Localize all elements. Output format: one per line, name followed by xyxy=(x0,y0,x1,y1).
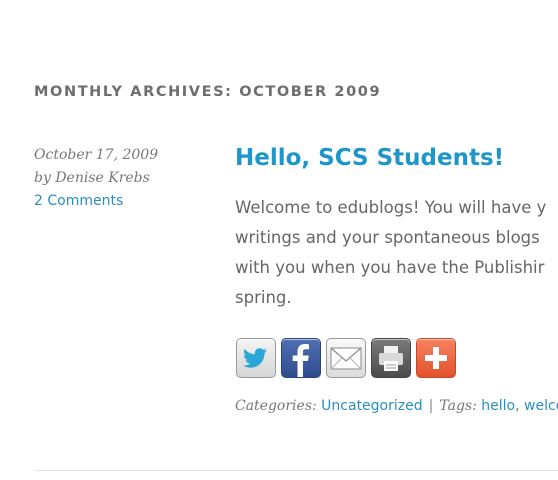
plus-icon xyxy=(425,347,447,369)
facebook-icon xyxy=(292,344,309,377)
post-body-line: spring. xyxy=(235,288,292,307)
more-share-button[interactable] xyxy=(416,338,456,378)
comments-link[interactable]: 2 Comments xyxy=(34,190,224,213)
print-share-button[interactable] xyxy=(371,338,411,378)
email-share-button[interactable] xyxy=(326,338,366,378)
post-meta: October 17, 2009 by Denise Krebs 2 Comme… xyxy=(34,144,224,213)
post-byline: by Denise Krebs xyxy=(34,170,150,186)
post-body-line: writings and your spontaneous blogs xyxy=(235,228,540,247)
category-link[interactable]: Uncategorized xyxy=(321,398,422,414)
print-icon xyxy=(379,346,403,371)
post-entry: Hello, SCS Students! Welcome to edublogs… xyxy=(235,143,558,313)
post-body-line: Welcome to edublogs! You will have y xyxy=(235,198,547,217)
twitter-share-button[interactable] xyxy=(236,338,276,378)
divider xyxy=(34,470,558,471)
tag-link[interactable]: welcor xyxy=(524,398,558,414)
post-body-line: with you when you have the Publishir xyxy=(235,258,545,277)
tags-label: Tags: xyxy=(439,398,477,414)
post-body: Welcome to edublogs! You will have y wri… xyxy=(235,193,558,313)
tag-link[interactable]: hello xyxy=(481,398,515,414)
post-footer-meta: Categories: Uncategorized | Tags: hello, w… xyxy=(235,398,558,414)
meta-separator: | xyxy=(428,398,434,414)
post-title-link[interactable]: Hello, SCS Students! xyxy=(235,143,558,173)
twitter-icon xyxy=(243,348,267,368)
facebook-share-button[interactable] xyxy=(281,338,321,378)
post-date: October 17, 2009 xyxy=(34,147,159,163)
archive-title: MONTHLY ARCHIVES: OCTOBER 2009 xyxy=(34,84,382,100)
email-icon xyxy=(330,347,362,370)
share-buttons xyxy=(236,338,456,380)
categories-label: Categories: xyxy=(235,398,317,414)
